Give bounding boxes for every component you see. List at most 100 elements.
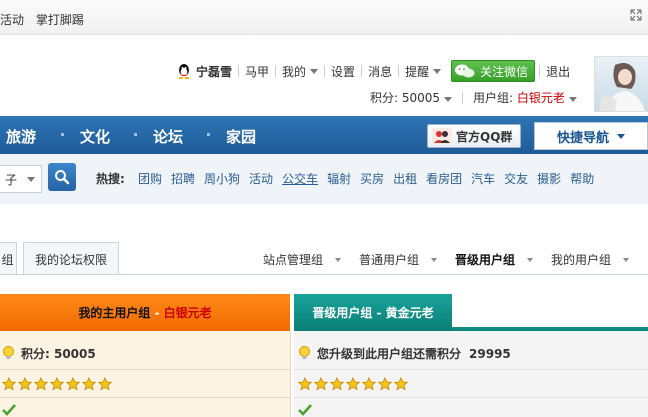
top-link-activity[interactable]: 活动	[0, 13, 24, 27]
right-check-row	[298, 404, 312, 416]
avatar[interactable]	[594, 56, 648, 112]
divider	[294, 397, 648, 398]
divider	[462, 91, 464, 104]
chevron-down-icon	[617, 133, 625, 139]
tab-row: 组 我的论坛权限 站点管理组 普通用户组 晋级用户组 我的用户组	[0, 204, 648, 275]
menu-label: 我的用户组	[551, 253, 612, 267]
tab-forum-permissions[interactable]: 我的论坛权限	[23, 242, 119, 275]
main-nav: 旅游 文化 论坛 家园 官方QQ群 快捷导航	[0, 116, 648, 154]
menu-mine-label: 我的	[282, 64, 307, 79]
group-people-icon	[432, 128, 452, 144]
hot-link[interactable]: 汽车	[471, 170, 495, 187]
star-icon	[98, 377, 112, 391]
right-upgrade-row: 您升级到此用户组还需积分 29995	[298, 345, 511, 362]
search-icon	[55, 170, 70, 185]
hot-search-label: 热搜:	[96, 172, 125, 186]
menu-vest[interactable]: 马甲	[239, 63, 275, 80]
top-links: 活动 掌打脚踢	[0, 11, 92, 28]
tab-group-label: 组	[1, 252, 14, 267]
menu-normal-user-group[interactable]: 普通用户组	[359, 251, 438, 268]
menu-reminders-label: 提醒	[405, 64, 430, 79]
right-upgrade-value: 29995	[469, 346, 511, 361]
user-group-name: 白银元老	[516, 91, 565, 105]
left-title-sep: -	[150, 305, 164, 320]
hot-link[interactable]: 周小狗	[204, 170, 240, 187]
left-stars-row	[2, 377, 114, 391]
wechat-icon	[455, 64, 475, 78]
chevron-down-icon	[431, 257, 438, 262]
qq-penguin-icon	[178, 64, 190, 79]
tab-forum-permissions-label: 我的论坛权限	[34, 252, 107, 267]
menu-label: 站点管理组	[263, 253, 324, 267]
search-type-select[interactable]: 子	[0, 165, 42, 193]
score-text: 积分: 50005	[370, 91, 441, 105]
divider	[0, 397, 290, 398]
hot-link[interactable]: 公交车	[282, 170, 318, 187]
menu-my-user-group[interactable]: 我的用户组	[551, 251, 630, 268]
nav-divider	[207, 133, 210, 136]
hot-link[interactable]: 活动	[249, 170, 273, 187]
lightbulb-icon	[299, 346, 310, 359]
menu-settings[interactable]: 设置	[325, 63, 361, 80]
menu-label: 普通用户组	[359, 253, 420, 267]
hot-link[interactable]: 团购	[138, 170, 162, 187]
nav-travel[interactable]: 旅游	[6, 126, 36, 147]
left-title-group: 白银元老	[163, 306, 212, 320]
menu-reminders[interactable]: 提醒	[399, 63, 447, 80]
chevron-down-icon	[623, 257, 630, 262]
score-row: 积分: 50005 用户组: 白银元老	[364, 89, 583, 106]
hot-link[interactable]: 辐射	[327, 170, 351, 187]
nav-culture[interactable]: 文化	[80, 126, 110, 147]
left-title-prefix: 我的主用户组	[78, 306, 151, 320]
group-type-menu: 站点管理组 普通用户组 晋级用户组 我的用户组	[263, 251, 647, 268]
my-main-group-panel: 积分: 50005	[0, 331, 291, 417]
checkmark-icon	[298, 404, 312, 416]
hot-link[interactable]: 出租	[393, 170, 417, 187]
quick-nav-dropdown[interactable]: 快捷导航	[534, 122, 648, 150]
hot-link[interactable]: 看房团	[426, 170, 462, 187]
star-icon	[34, 377, 48, 391]
user-group-link[interactable]: 用户组: 白银元老	[467, 89, 583, 106]
logout-link[interactable]: 退出	[540, 63, 576, 80]
chevron-down-icon	[568, 97, 577, 102]
nav-home[interactable]: 家园	[226, 126, 256, 147]
right-star-rating	[298, 377, 410, 391]
chevron-down-icon	[527, 257, 534, 262]
star-icon	[330, 377, 344, 391]
menu-site-admin-group[interactable]: 站点管理组	[263, 251, 342, 268]
hot-link[interactable]: 买房	[360, 170, 384, 187]
menu-messages[interactable]: 消息	[362, 63, 398, 80]
promotion-group-header[interactable]: 晋级用户组 - 黄金元老	[294, 294, 452, 331]
hot-search-links: 团购 招聘 周小狗 活动 公交车 辐射 买房 出租 看房团 汽车 交友 摄影 帮…	[138, 170, 603, 187]
left-score-text: 积分: 50005	[21, 347, 96, 361]
expand-icon[interactable]	[630, 9, 642, 21]
star-icon	[66, 377, 80, 391]
my-main-group-header: 我的主用户组 - 白银元老	[0, 294, 290, 331]
top-link-fight[interactable]: 掌打脚踢	[36, 13, 84, 27]
hot-link[interactable]: 交友	[504, 170, 528, 187]
user-name-link[interactable]: 宁磊雪	[170, 63, 238, 80]
menu-mine[interactable]: 我的	[276, 63, 324, 80]
star-icon	[2, 377, 16, 391]
hot-link[interactable]: 招聘	[171, 170, 195, 187]
lightbulb-icon	[3, 346, 14, 359]
star-icon	[82, 377, 96, 391]
follow-wechat-label: 关注微信	[480, 64, 529, 79]
hot-link[interactable]: 摄影	[537, 170, 561, 187]
score-link[interactable]: 积分: 50005	[364, 89, 458, 106]
star-icon	[346, 377, 360, 391]
menu-promotion-user-group[interactable]: 晋级用户组	[455, 251, 534, 268]
hot-link[interactable]: 帮助	[570, 170, 594, 187]
tab-group[interactable]: 组	[0, 242, 17, 275]
chevron-down-icon	[335, 257, 342, 262]
qq-group-button[interactable]: 官方QQ群	[427, 124, 521, 148]
chevron-down-icon	[444, 97, 453, 102]
search-button[interactable]	[48, 163, 76, 191]
nav-forum[interactable]: 论坛	[153, 126, 183, 147]
follow-wechat-button[interactable]: 关注微信	[451, 60, 536, 82]
left-score-row: 积分: 50005	[2, 345, 96, 362]
star-icon	[378, 377, 392, 391]
right-stars-row	[298, 377, 410, 391]
star-icon	[18, 377, 32, 391]
star-icon	[362, 377, 376, 391]
